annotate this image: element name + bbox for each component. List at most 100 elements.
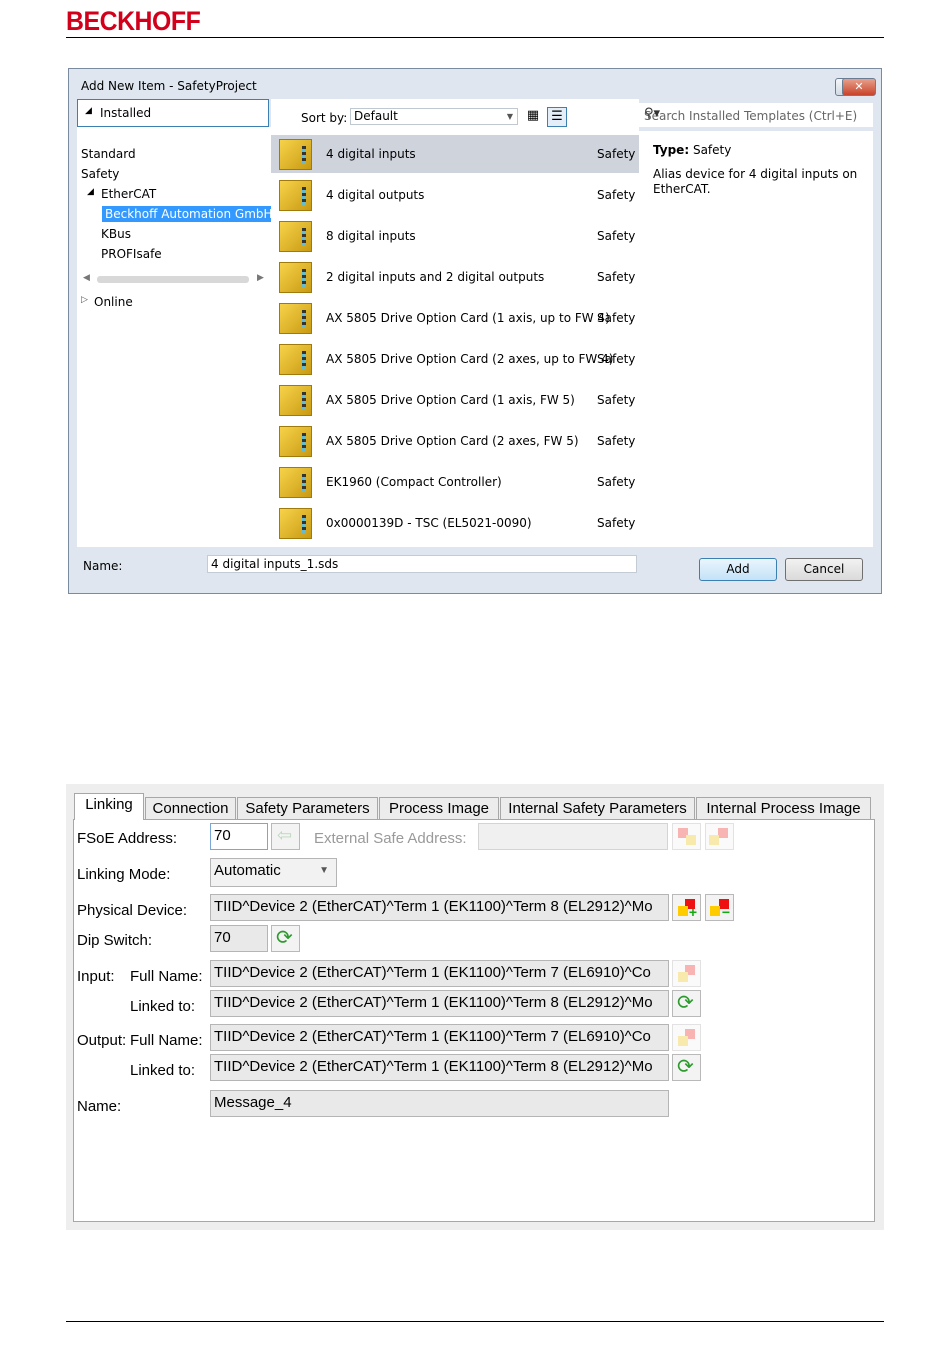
template-item-name: 0x0000139D - TSC (EL5021-0090)	[326, 516, 532, 530]
template-list-pane: Sort by: Default ▼ ▦ ☰ 4 digital inputs S…	[271, 99, 639, 547]
output-full-name-field: TIID^Device 2 (EtherCAT)^Term 1 (EK1100)…	[210, 1024, 669, 1051]
template-item-category: Safety	[597, 229, 636, 243]
arrow-left-button: ⇦	[271, 823, 300, 850]
search-input[interactable]: Search Installed Templates (Ctrl+E) ⚲▾	[639, 103, 873, 127]
output-linked-to-field: TIID^Device 2 (EtherCAT)^Term 1 (EK1100)…	[210, 1054, 669, 1081]
dip-switch-field: 70	[210, 925, 268, 952]
footer-rule	[66, 1321, 884, 1322]
template-item-name: 2 digital inputs and 2 digital outputs	[326, 270, 545, 284]
type-description: Alias device for 4 digital inputs on Eth…	[653, 167, 858, 196]
tree-node-standard[interactable]: Standard	[81, 147, 136, 161]
collapse-triangle-icon[interactable]: ▷	[81, 295, 88, 305]
tree-node-kbus[interactable]: KBus	[101, 227, 131, 241]
tab-process-image[interactable]: Process Image	[379, 797, 499, 819]
type-label: Type:	[653, 143, 690, 157]
template-item-name: 4 digital outputs	[326, 188, 425, 202]
arrow-left-icon: ⇦	[277, 825, 293, 845]
expand-triangle-icon[interactable]: ◢	[87, 187, 94, 197]
template-item[interactable]: AX 5805 Drive Option Card (2 axes, up to…	[271, 340, 639, 378]
input-linked-to-label: Linked to:	[130, 998, 196, 1015]
template-item[interactable]: 2 digital inputs and 2 digital outputs Sa…	[271, 258, 639, 296]
scroll-thumb[interactable]	[97, 276, 249, 283]
cancel-button[interactable]: Cancel	[785, 558, 863, 581]
input-linked-to-field: TIID^Device 2 (EtherCAT)^Term 1 (EK1100)…	[210, 990, 669, 1017]
template-item[interactable]: EK1960 (Compact Controller) Safety	[271, 463, 639, 501]
sort-dropdown[interactable]: Default ▼	[350, 108, 518, 125]
add-new-item-dialog: Add New Item - SafetyProject ? ✕ ◢ Insta…	[68, 68, 882, 594]
template-item-category: Safety	[597, 352, 636, 366]
tab-internal-process-image[interactable]: Internal Process Image	[696, 797, 871, 819]
link-physical-device-button[interactable]: +	[672, 894, 701, 921]
template-item[interactable]: AX 5805 Drive Option Card (1 axis, up to…	[271, 299, 639, 337]
safety-device-icon	[279, 180, 312, 211]
safety-device-icon	[279, 426, 312, 457]
template-item-category: Safety	[597, 516, 636, 530]
tree-node-beckhoff[interactable]: Beckhoff Automation GmbH	[102, 206, 276, 222]
template-item-category: Safety	[597, 311, 636, 325]
output-linked-to-label: Linked to:	[130, 1062, 196, 1079]
template-item[interactable]: 4 digital inputs Safety	[271, 135, 639, 173]
fsoe-address-input[interactable]: 70	[210, 823, 268, 850]
template-item[interactable]: AX 5805 Drive Option Card (1 axis, FW 5)…	[271, 381, 639, 419]
refresh-dip-switch-button[interactable]	[271, 925, 300, 952]
tab-safety-parameters[interactable]: Safety Parameters	[237, 797, 378, 819]
physical-device-label: Physical Device:	[77, 902, 188, 919]
tab-connection[interactable]: Connection	[145, 797, 236, 819]
red-square-icon	[718, 828, 728, 838]
template-item[interactable]: 8 digital inputs Safety	[271, 217, 639, 255]
tab-linking[interactable]: Linking	[74, 793, 144, 820]
yellow-square-icon	[709, 835, 719, 845]
yellow-square-icon	[686, 835, 696, 845]
unlink-physical-device-button[interactable]: −	[705, 894, 734, 921]
expand-triangle-icon: ◢	[85, 106, 92, 116]
search-icon[interactable]: ⚲▾	[644, 106, 867, 121]
safety-device-icon	[279, 262, 312, 293]
template-item[interactable]: AX 5805 Drive Option Card (2 axes, FW 5)…	[271, 422, 639, 460]
linking-panel: Linking Connection Safety Parameters Proces…	[66, 784, 884, 1230]
yellow-square-icon	[678, 972, 688, 982]
refresh-output-link-button[interactable]	[672, 1054, 701, 1081]
template-item[interactable]: 4 digital outputs Safety	[271, 176, 639, 214]
close-button[interactable]: ✕	[842, 78, 876, 96]
template-item[interactable]: 0x0000139D - TSC (EL5021-0090) Safety	[271, 504, 639, 542]
safety-device-icon	[279, 508, 312, 539]
type-value: Safety	[692, 143, 732, 157]
refresh-input-link-button[interactable]	[672, 990, 701, 1017]
template-item-category: Safety	[597, 434, 636, 448]
scroll-left-icon[interactable]: ◀	[83, 273, 90, 283]
external-safe-address-label: External Safe Address:	[314, 830, 467, 847]
add-button[interactable]: Add	[699, 558, 777, 581]
physical-device-field: TIID^Device 2 (EtherCAT)^Term 1 (EK1100)…	[210, 894, 669, 921]
name-input[interactable]: 4 digital inputs_1.sds	[207, 555, 637, 573]
yellow-square-icon	[710, 906, 720, 916]
tree-node-safety[interactable]: Safety	[81, 167, 119, 181]
linking-mode-dropdown[interactable]: Automatic ▼	[210, 858, 337, 887]
name-field: Message_4	[210, 1090, 669, 1117]
beckhoff-logo: BECKHOFF	[66, 6, 201, 36]
tab-internal-safety-parameters[interactable]: Internal Safety Parameters	[500, 797, 695, 819]
list-view-icon[interactable]: ☰	[547, 107, 567, 127]
tree-header-installed[interactable]: ◢ Installed	[77, 99, 269, 127]
template-description-pane: Type: Safety Alias device for 4 digital …	[639, 131, 873, 547]
type-row: Type: Safety	[653, 143, 731, 157]
scroll-right-icon[interactable]: ▶	[257, 273, 264, 283]
input-link-button	[672, 960, 701, 987]
output-link-button	[672, 1024, 701, 1051]
template-item-category: Safety	[597, 475, 636, 489]
input-full-name-label: Full Name:	[130, 968, 203, 985]
sort-label: Sort by:	[301, 111, 348, 125]
template-item-category: Safety	[597, 147, 636, 161]
dialog-title: Add New Item - SafetyProject	[81, 79, 257, 93]
input-full-name-field: TIID^Device 2 (EtherCAT)^Term 1 (EK1100)…	[210, 960, 669, 987]
chevron-down-icon: ▼	[319, 865, 329, 876]
template-item-category: Safety	[597, 188, 636, 202]
medium-icons-view-icon[interactable]: ▦	[523, 107, 543, 127]
template-item-name: AX 5805 Drive Option Card (1 axis, FW 5)	[326, 393, 575, 407]
tree-horizontal-scrollbar[interactable]: ◀ ▶	[81, 273, 265, 285]
template-item-name: AX 5805 Drive Option Card (2 axes, FW 5)	[326, 434, 579, 448]
tree-node-online[interactable]: Online	[94, 295, 133, 309]
link-disabled-button	[672, 823, 701, 850]
name-label: Name:	[83, 559, 123, 573]
tree-node-profisafe[interactable]: PROFIsafe	[101, 247, 162, 261]
tree-node-ethercat[interactable]: EtherCAT	[101, 187, 156, 201]
